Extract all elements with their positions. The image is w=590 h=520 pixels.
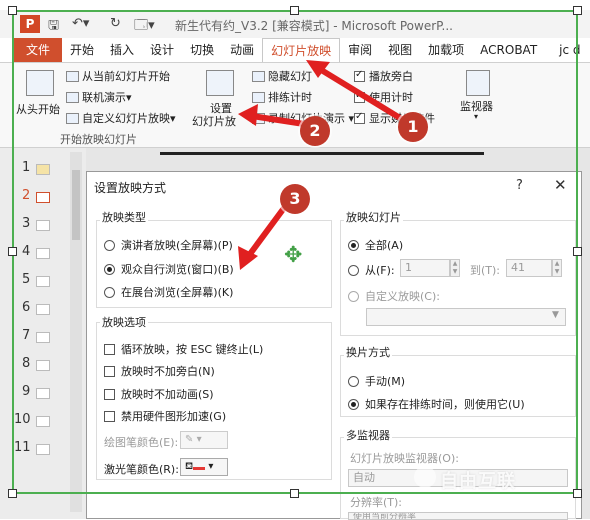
watermark: 自由互联 — [440, 471, 516, 492]
step-badge-1: 1 — [398, 112, 428, 142]
arrow-3 — [247, 205, 287, 257]
annotation-arrows — [238, 60, 403, 270]
step-badge-3: 3 — [280, 184, 310, 214]
arrow-2 — [249, 113, 307, 127]
arrow-1 — [315, 65, 403, 121]
watermark-logo-icon — [414, 466, 436, 488]
step-badge-2: 2 — [300, 116, 330, 146]
